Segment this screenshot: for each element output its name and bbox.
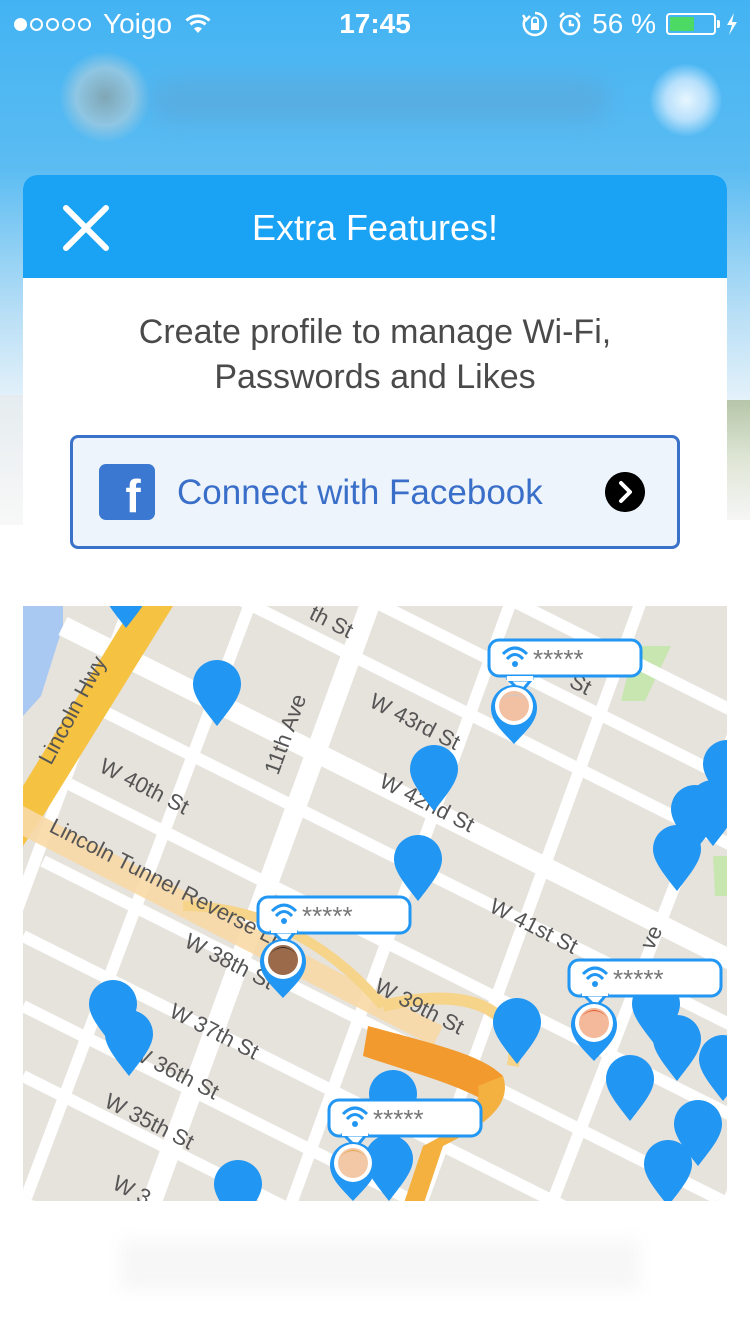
wifi-password-masked: ***** [373,1104,424,1134]
rotation-lock-icon [522,11,548,37]
map-canvas: Lincoln Hwy W 40th St Lincoln Tunnel Rev… [23,606,727,1201]
extra-features-modal: Extra Features! Create profile to manage… [23,175,727,1201]
close-button[interactable] [59,201,113,255]
modal-title: Extra Features! [251,207,499,248]
wifi-password-masked: ***** [533,644,584,674]
blurred-footer [120,1240,640,1290]
description-line-1: Create profile to manage Wi-Fi, [138,313,612,351]
description-line-2: Passwords and Likes [214,358,536,396]
connect-facebook-button[interactable]: f Connect with Facebook [70,435,680,549]
modal-description: Create profile to manage Wi-Fi, Password… [63,310,687,400]
battery-percent: 56 % [592,8,656,39]
park-area-2 [713,856,727,896]
blurred-button [650,64,722,136]
modal-header: Extra Features! [23,175,727,278]
alarm-icon [559,12,582,36]
blurred-avatar [60,52,150,142]
charging-bolt-icon [727,13,737,35]
blurred-header-bar [150,78,610,122]
blurred-edge-left [0,395,24,525]
wifi-map[interactable]: Lincoln Hwy W 40th St Lincoln Tunnel Rev… [23,606,727,1201]
wifi-password-masked: ***** [613,964,664,994]
status-bar: Yoigo 17:45 56 % [0,0,750,50]
chevron-right-icon [605,472,645,512]
connect-facebook-label: Connect with Facebook [177,473,543,512]
facebook-icon: f [99,464,155,520]
close-icon[interactable] [59,201,113,255]
blurred-edge-right [726,400,750,520]
wifi-password-masked: ***** [302,901,353,931]
battery-icon [666,13,720,35]
